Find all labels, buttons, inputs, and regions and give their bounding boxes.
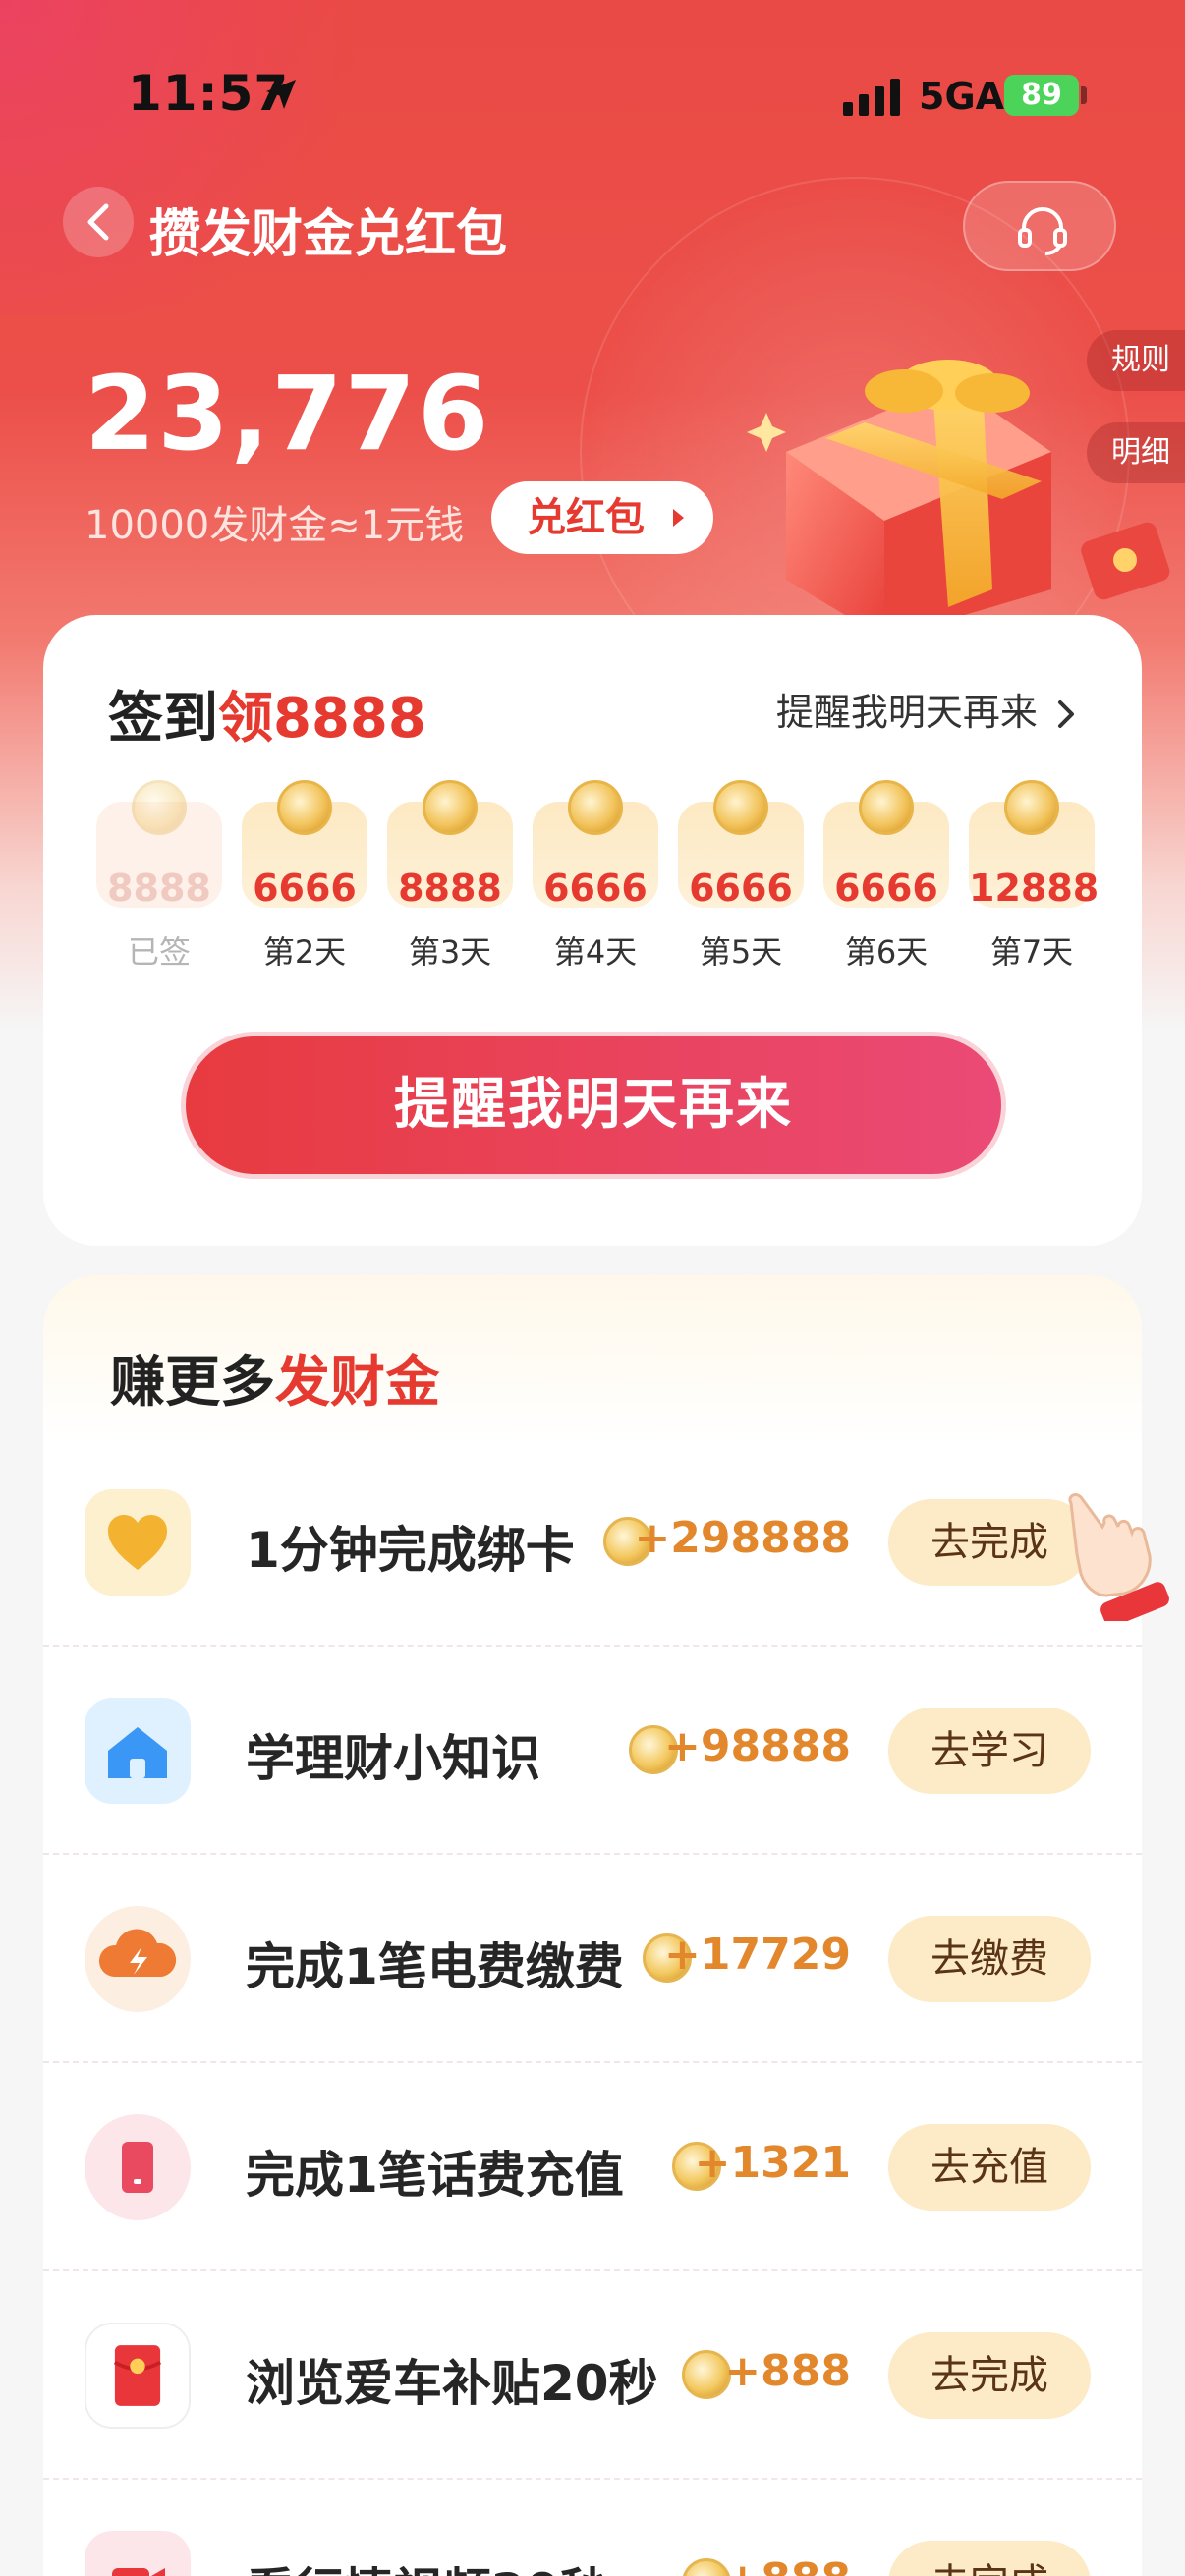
task-name: 完成1笔话费充值 [246,2147,624,2204]
chevron-left-icon [87,203,109,241]
pointing-hand-icon [1068,1493,1169,1621]
video-icon [85,2531,191,2576]
triangle-right-icon [673,509,684,527]
remind-tomorrow-button[interactable]: 提醒我明天再来 [181,1032,1006,1179]
task-action-button[interactable]: 去充值 [888,2124,1091,2211]
checkin-title-highlight: 领8888 [218,687,426,751]
gift-box-illustration [747,360,1170,639]
day-label: 第7天 [989,933,1074,971]
checkin-day-4: 6666 第4天 [533,780,658,971]
coin-icon [859,780,914,835]
back-button[interactable] [63,187,134,257]
day-amount: 6666 [689,867,793,910]
coin-icon [713,780,768,835]
checkin-title: 签到领8888 [108,674,426,754]
task-name: 看行情视频20秒 [246,2552,609,2576]
task-reward: +98888 [664,1721,851,1771]
page-title: 攒发财金兑红包 [149,205,508,264]
battery-level: 89 [1004,75,1079,116]
heart-icon [85,1489,191,1596]
day-label: 已签 [127,933,191,971]
coin-icon [132,780,187,835]
task-reward: +17729 [664,1930,851,1980]
chevron-right-icon [1058,700,1074,728]
day-label: 第6天 [844,933,929,971]
task-title-prefix: 赚更多 [110,1351,275,1415]
phone-icon [85,2114,191,2220]
headset-icon [1018,207,1067,255]
task-row: 浏览爱车补贴20秒 +888 去完成 [43,2271,1142,2480]
checkin-day-3: 8888 第3天 [387,780,513,971]
task-reward: +888 [724,2346,851,2396]
day-amount: 6666 [834,867,938,910]
status-bar: 11:57 5GA 89 [0,0,1185,147]
day-label: 第4天 [553,933,638,971]
task-row: 完成1笔话费充值 +1321 去充值 [43,2063,1142,2271]
day-label: 第5天 [699,933,783,971]
day-amount: 8888 [107,867,211,910]
day-amount: 8888 [398,867,502,910]
task-reward: +888 [724,2554,851,2576]
task-action-button[interactable]: 去缴费 [888,1916,1091,2002]
day-amount: 12888 [969,867,1100,910]
checkin-day-7: 12888 第7天 [969,780,1100,971]
task-action-button[interactable]: 去完成 [888,2332,1091,2419]
balance-amount: 23,776 [85,354,491,474]
network-type: 5GA [919,75,1005,118]
task-reward: +1321 [694,2138,851,2188]
checkin-day-2: 6666 第2天 [242,780,367,971]
coin-icon [423,780,478,835]
exchange-red-packet-button[interactable]: 兑红包 [491,481,713,554]
task-row: 完成1笔电费缴费 +17729 去缴费 [43,1855,1142,2063]
task-row: 1分钟完成绑卡 +298888 去完成 [43,1438,1142,1647]
remind-me-link[interactable]: 提醒我明天再来 [776,682,1077,736]
battery-tip [1081,86,1087,104]
task-row: 看行情视频20秒 +888 去完成 [43,2480,1142,2576]
task-row: 学理财小知识 +98888 去学习 [43,1647,1142,1855]
remind-link-label: 提醒我明天再来 [775,691,1038,734]
day-amount: 6666 [543,867,648,910]
day-label: 第3天 [408,933,492,971]
task-card: 赚更多发财金 1分钟完成绑卡 +298888 去完成 学理财小知识 +98888… [43,1275,1142,2576]
checkin-day-1: 8888 已签 [96,780,222,971]
coin-icon [568,780,623,835]
customer-service-button[interactable] [963,181,1116,271]
checkin-title-prefix: 签到 [108,687,218,751]
location-arrow-icon [266,80,296,109]
red-envelope-icon [85,2323,191,2429]
exchange-button-label: 兑红包 [527,495,645,540]
coin-icon [277,780,332,835]
task-name: 1分钟完成绑卡 [246,1522,575,1579]
task-section-title: 赚更多发财金 [110,1338,440,1418]
checkin-card: 签到领8888 提醒我明天再来 8888 已签 6666 第2天 8888 第3… [43,615,1142,1246]
task-name: 学理财小知识 [246,1730,540,1787]
task-name: 浏览爱车补贴20秒 [246,2355,658,2412]
checkin-day-5: 6666 第5天 [678,780,804,971]
house-icon [85,1698,191,1804]
task-action-button[interactable]: 去学习 [888,1708,1091,1794]
signal-icon [843,79,900,116]
checkin-day-6: 6666 第6天 [823,780,949,971]
lightning-cloud-icon [85,1906,191,2012]
task-title-highlight: 发财金 [275,1351,440,1415]
day-label: 第2天 [262,933,347,971]
coin-icon [1004,780,1059,835]
task-name: 完成1笔电费缴费 [246,1938,624,1995]
task-reward: +298888 [634,1513,851,1563]
exchange-rate-text: 10000发财金≈1元钱 [85,503,465,548]
day-amount: 6666 [253,867,357,910]
task-action-button[interactable]: 去完成 [888,2541,1091,2576]
